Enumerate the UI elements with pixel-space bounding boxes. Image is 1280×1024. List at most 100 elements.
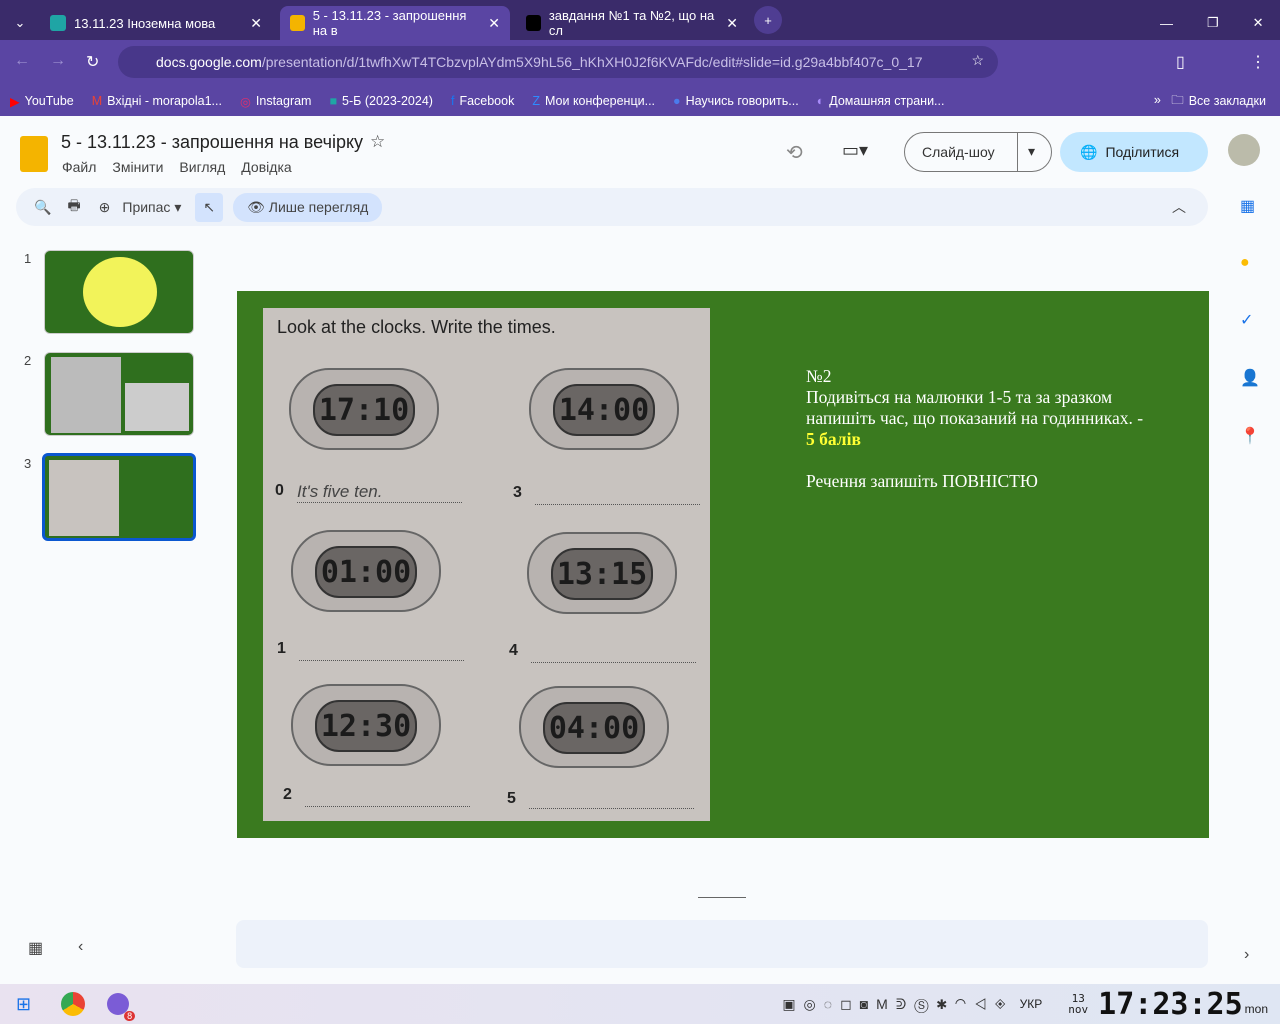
slide-thumbnail-2[interactable] — [44, 352, 194, 436]
close-icon[interactable]: ✕ — [488, 15, 500, 32]
minimize-button[interactable]: — — [1160, 16, 1173, 31]
tab-title: завдання №1 та №2, що на сл — [548, 8, 715, 38]
task-note: Речення запишіть ПОВНІСТЮ — [806, 471, 1038, 491]
history-icon[interactable]: ⟲ — [786, 140, 803, 165]
clock: 12:30 — [291, 684, 441, 766]
view-only-button[interactable]: 👁 Лише перегляд — [233, 192, 383, 222]
classroom-icon — [50, 15, 66, 31]
zoom-icon[interactable]: ⊕ — [99, 199, 111, 216]
tab-title: 13.11.23 Іноземна мова — [74, 15, 216, 31]
slide-number: 3 — [24, 456, 32, 471]
slide-number: 2 — [24, 353, 32, 368]
slides-logo — [20, 136, 48, 172]
expand-icon[interactable]: › — [1244, 946, 1249, 964]
new-tab-button[interactable]: + — [754, 6, 782, 34]
url-path: /presentation/d/1twfhXwT4TCbzvplAYdm5X9h… — [261, 54, 923, 70]
speaker-notes[interactable] — [236, 920, 1208, 968]
search-icon[interactable]: 🔍 — [34, 199, 51, 216]
clock: 13:15 — [527, 532, 677, 614]
clock: 01:00 — [291, 530, 441, 612]
bookmark[interactable]: Z Мои конференци... — [532, 94, 655, 108]
worksheet-image: Look at the clocks. Write the times. 17:… — [263, 308, 710, 821]
toolbar: 🔍 🖶 ⊕ Припас ▾ ↖ 👁 Лише перегляд ︿ — [16, 188, 1208, 226]
tab-3[interactable]: завдання №1 та №2, що на сл ✕ — [516, 6, 748, 40]
forward-icon[interactable]: → — [50, 52, 66, 70]
window-controls: — ❐ ✕ — [1150, 6, 1274, 40]
worksheet-heading: Look at the clocks. Write the times. — [277, 317, 556, 337]
example-answer: It's five ten. — [297, 482, 383, 501]
tray-icons[interactable]: ▣◎◌◻◙ΜᕲⓈ✱◠◁◈ — [782, 996, 1013, 1013]
tab-2[interactable]: 5 - 13.11.23 - запрошення на в ✕ — [280, 6, 510, 40]
slide-number: 1 — [24, 251, 32, 266]
divider — [698, 897, 746, 898]
bookmark[interactable]: ▶ YouTube — [10, 94, 74, 109]
avatar[interactable] — [1228, 134, 1260, 166]
sidepanel-icon[interactable]: ▯ — [1176, 52, 1185, 72]
bookmarks-bar: ▶ YouTube M Вхідні - morapola1... ◎ Instagr… — [0, 86, 1280, 116]
menu-view[interactable]: Вигляд — [179, 159, 225, 175]
tab-title: 5 - 13.11.23 - запрошення на в — [312, 8, 467, 38]
back-icon[interactable]: ← — [14, 52, 30, 70]
collapse-icon[interactable]: ︿ — [1172, 197, 1186, 217]
doc-title: 5 - 13.11.23 - запрошення на вечірку — [61, 132, 364, 152]
slide-canvas: Look at the clocks. Write the times. 17:… — [237, 291, 1209, 838]
bookmark[interactable]: ◎ Instagram — [240, 94, 312, 109]
close-icon[interactable]: ✕ — [250, 15, 262, 32]
contacts-icon[interactable]: 👤 — [1240, 368, 1260, 388]
bookmark[interactable]: f Facebook — [451, 94, 514, 108]
tab-1[interactable]: 13.11.23 Іноземна мова ✕ — [40, 6, 272, 40]
viber-icon[interactable]: 8 — [107, 993, 136, 1021]
menu-file[interactable]: Файл — [62, 159, 96, 175]
clock-time[interactable]: 17:23:25 — [1098, 987, 1243, 1022]
keep-icon[interactable]: ● — [1240, 254, 1260, 272]
tab-search-button[interactable]: ⌄ — [8, 6, 32, 40]
star-icon[interactable]: ☆ — [370, 132, 385, 152]
bookmark[interactable]: ■ 5-Б (2023-2024) — [329, 94, 432, 108]
bookmark[interactable]: ◐ Домашняя страни... — [817, 94, 945, 108]
share-button[interactable]: 🌐 Поділитися — [1060, 132, 1208, 172]
language-indicator[interactable]: УКР — [1020, 997, 1043, 1011]
clock: 14:00 — [529, 368, 679, 450]
date: 13 nov — [1068, 992, 1089, 1016]
tab-strip: ⌄ 13.11.23 Іноземна мова ✕ 5 - 13.11.23 -… — [0, 0, 1280, 40]
maps-icon[interactable]: 📍 — [1240, 426, 1260, 446]
menu-bar: Файл Змінити Вигляд Довідка — [62, 159, 308, 177]
bookmark[interactable]: M Вхідні - morapola1... — [92, 94, 222, 108]
weekday: mon — [1244, 1002, 1268, 1016]
restore-button[interactable]: ❐ — [1207, 15, 1219, 31]
slide-thumbnail-1[interactable] — [44, 250, 194, 334]
menu-help[interactable]: Довідка — [241, 159, 291, 175]
task-instructions: Подивіться на малюнки 1-5 та за зразком … — [806, 387, 1144, 428]
menu-icon[interactable]: ⋮ — [1250, 52, 1266, 72]
address-bar[interactable]: docs.google.com/presentation/d/1twfhXwT4… — [118, 46, 998, 78]
reload-icon[interactable]: ↻ — [86, 52, 99, 72]
select-tool-icon[interactable]: ↖ — [195, 192, 224, 222]
star-icon[interactable]: ☆ — [971, 52, 984, 69]
start-icon[interactable]: ⊞ — [16, 994, 31, 1015]
grid-view-icon[interactable]: ▦ — [28, 938, 43, 958]
slides-icon — [290, 15, 305, 31]
page-icon — [526, 15, 541, 31]
menu-edit[interactable]: Змінити — [112, 159, 163, 175]
side-apps: ▦ ● ✓ 👤 📍 — [1240, 196, 1260, 446]
taskbar: ⊞ 8 ▣◎◌◻◙ΜᕲⓈ✱◠◁◈ УКР 13 nov 17:23:25 mon — [0, 984, 1280, 1024]
chrome-icon[interactable] — [61, 992, 86, 1016]
slideshow-button[interactable]: Слайд-шоу ▾ — [904, 132, 1052, 172]
tasks-icon[interactable]: ✓ — [1240, 310, 1260, 330]
task-number: №2 — [806, 366, 832, 386]
task-points: 5 балів — [806, 429, 861, 449]
clock: 17:10 — [289, 368, 439, 450]
zoom-select[interactable]: Припас ▾ — [122, 199, 181, 216]
bookmark[interactable]: ● Научись говорить... — [673, 94, 799, 108]
all-bookmarks[interactable]: » 🗀 Все закладки — [1154, 91, 1266, 112]
url-host: docs.google.com — [156, 54, 262, 70]
collapse-panel-icon[interactable]: ‹ — [78, 938, 83, 956]
close-icon[interactable]: ✕ — [726, 15, 738, 32]
meet-icon[interactable]: ▭▾ — [842, 140, 868, 161]
close-window-button[interactable]: ✕ — [1253, 15, 1264, 31]
clock: 04:00 — [519, 686, 669, 768]
task-text: №2 Подивіться на малюнки 1-5 та за зразк… — [806, 366, 1156, 492]
calendar-icon[interactable]: ▦ — [1240, 196, 1260, 216]
print-icon[interactable]: 🖶 — [67, 195, 80, 219]
slide-thumbnail-3[interactable] — [42, 453, 196, 541]
